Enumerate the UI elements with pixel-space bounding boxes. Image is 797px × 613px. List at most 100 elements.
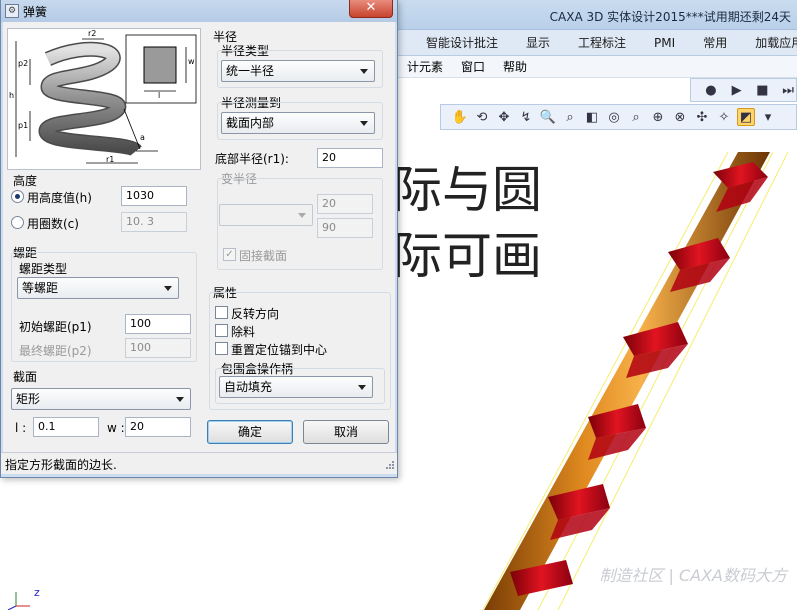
fixed-section-checkbox[interactable]: ✓ — [223, 248, 236, 261]
radius-type-select[interactable]: 统一半径 — [221, 60, 375, 82]
play-icon[interactable]: ▶ — [729, 81, 745, 99]
move-view-icon[interactable]: ✥ — [495, 108, 513, 126]
by-turns-label: 用圈数(c) — [27, 217, 79, 231]
section-w-label: w : — [107, 421, 125, 435]
turns-value-input[interactable]: 10. 3 — [121, 212, 187, 232]
diagram-label-p1: p1 — [18, 121, 29, 130]
bottom-radius-input[interactable]: 20 — [317, 148, 383, 168]
menu-design-elements[interactable]: 计元素 — [398, 58, 452, 75]
app-titlebar: CAXA 3D 实体设计2015***试用期还剩24天 — [398, 0, 797, 30]
fixed-section-label: 固接截面 — [239, 249, 288, 263]
variable-radius-input-1[interactable]: 20 — [317, 194, 373, 214]
diagram-label-r2: r2 — [88, 29, 97, 38]
record-icon[interactable]: ● — [703, 81, 719, 99]
ok-button[interactable]: 确定 — [207, 420, 293, 444]
playback-toolbar: ● ▶ ■ ⏭ — [690, 78, 797, 102]
stop-icon[interactable]: ■ — [755, 81, 771, 99]
radius-type-value: 统一半径 — [226, 64, 275, 78]
find-icon[interactable]: ⌕ — [627, 108, 645, 126]
reverse-direction-checkbox[interactable] — [215, 306, 228, 319]
chevron-down-icon — [360, 121, 368, 126]
diagram-label-l: l — [158, 91, 161, 100]
look-at-icon[interactable]: ◎ — [605, 108, 623, 126]
pan-hand-icon[interactable]: ✋ — [451, 108, 469, 126]
initial-pitch-input[interactable]: 100 — [125, 314, 191, 334]
section-group-label: 截面 — [13, 370, 38, 384]
view-cube-icon[interactable]: ◧ — [583, 108, 601, 126]
menu-window[interactable]: 窗口 — [452, 58, 494, 75]
pitch-type-select[interactable]: 等螺距 — [17, 277, 179, 299]
resize-grip-icon[interactable] — [384, 459, 394, 469]
tab-common[interactable]: 常用 — [689, 34, 741, 51]
diagram-label-p2: p2 — [18, 59, 29, 68]
walk-icon[interactable]: ↯ — [517, 108, 535, 126]
pitch-type-value: 等螺距 — [22, 281, 59, 295]
zoom-icon[interactable]: 🔍 — [539, 108, 557, 126]
shading-mode-icon[interactable]: ◩ — [737, 108, 755, 126]
tab-engineering-dimension[interactable]: 工程标注 — [564, 34, 640, 51]
variable-radius-input-2[interactable]: 90 — [317, 218, 373, 238]
axis-triad: z — [4, 586, 54, 611]
diagram-label-w: w — [188, 57, 195, 66]
menu-help[interactable]: 帮助 — [494, 58, 536, 75]
section-w-input[interactable]: 20 — [125, 417, 191, 437]
section-type-select[interactable]: 矩形 — [11, 388, 191, 410]
remove-material-checkbox[interactable] — [215, 324, 228, 337]
chevron-down-icon — [358, 385, 366, 390]
diagram-label-h: h — [9, 91, 15, 100]
watermark: 制造社区 | CAXA数码大方 — [599, 566, 787, 585]
radius-measure-select[interactable]: 截面内部 — [221, 112, 375, 134]
add-view-icon[interactable]: ⊕ — [649, 108, 667, 126]
chevron-down-icon — [360, 69, 368, 74]
bbox-handle-select[interactable]: 自动填充 — [219, 376, 373, 398]
height-value-input[interactable]: 1030 — [121, 186, 187, 206]
section-l-label: l : — [15, 421, 27, 435]
by-height-radio[interactable] — [11, 190, 24, 203]
height-group-label: 高度 — [13, 174, 38, 188]
final-pitch-input[interactable]: 100 — [125, 338, 191, 358]
ribbon-tabs: 智能设计批注 显示 工程标注 PMI 常用 加载应用 — [398, 30, 797, 56]
spring-model[interactable] — [398, 132, 797, 610]
tab-pmi[interactable]: PMI — [640, 36, 689, 50]
final-pitch-label: 最终螺距(p2) — [19, 344, 92, 358]
pitch-type-label: 螺距类型 — [19, 262, 68, 276]
remove-view-icon[interactable]: ⊗ — [671, 108, 689, 126]
menu-bar: 计元素 窗口 帮助 — [398, 56, 797, 78]
3d-viewport[interactable]: 际与圆 际可画 制造社区 | CAXA数码大方 — [398, 132, 797, 610]
tab-load-applications[interactable]: 加载应用 — [741, 34, 797, 51]
app-title: CAXA 3D 实体设计2015***试用期还剩24天 — [549, 10, 791, 24]
section-l-input[interactable]: 0.1 — [33, 417, 99, 437]
reanchor-label: 重置定位锚到中心 — [231, 343, 328, 357]
variable-radius-select[interactable] — [219, 204, 313, 226]
status-text: 指定方形截面的边长. — [5, 458, 117, 472]
close-button[interactable]: ✕ — [349, 0, 393, 18]
chevron-down-icon — [298, 213, 306, 218]
bottom-radius-label: 底部半径(r1): — [215, 152, 289, 166]
zoom-window-icon[interactable]: ⌕ — [561, 108, 579, 126]
skip-forward-icon[interactable]: ⏭ — [780, 81, 796, 99]
view-toolbar: ✋ ⟲ ✥ ↯ 🔍 ⌕ ◧ ◎ ⌕ ⊕ ⊗ ✣ ✧ ◩ ▾ — [440, 104, 797, 130]
dialog-icon: ⚙ — [5, 4, 19, 18]
diagram-label-a: a — [140, 133, 145, 142]
dialog-title: 弹簧 — [23, 5, 48, 19]
chevron-down-icon — [176, 397, 184, 402]
light-icon[interactable]: ✧ — [715, 108, 733, 126]
tab-smart-annotation[interactable]: 智能设计批注 — [398, 34, 512, 51]
by-turns-radio[interactable] — [11, 216, 24, 229]
spring-diagram: r2 p2 h p1 r1 a w l — [7, 28, 201, 170]
orbit-icon[interactable]: ⟲ — [473, 108, 491, 126]
render-icon[interactable]: ✣ — [693, 108, 711, 126]
tab-display[interactable]: 显示 — [512, 34, 564, 51]
dialog-body: r2 p2 h p1 r1 a w l 高度 用高度值(h) 1030 用圈数(… — [3, 22, 395, 452]
dialog-titlebar[interactable]: ⚙ 弹簧 ✕ — [1, 0, 397, 22]
more-icon[interactable]: ▾ — [759, 108, 777, 126]
reverse-direction-label: 反转方向 — [231, 307, 280, 321]
spring-dialog: ⚙ 弹簧 ✕ r2 p2 h p1 r1 a w l 高度 用高度值(h) 10… — [0, 0, 398, 478]
radius-measure-value: 截面内部 — [226, 116, 275, 130]
diagram-label-r1: r1 — [106, 155, 115, 164]
cancel-button[interactable]: 取消 — [303, 420, 389, 444]
by-height-label: 用高度值(h) — [27, 191, 92, 205]
initial-pitch-label: 初始螺距(p1) — [19, 320, 92, 334]
axis-z-label: z — [34, 586, 40, 599]
reanchor-checkbox[interactable] — [215, 342, 228, 355]
